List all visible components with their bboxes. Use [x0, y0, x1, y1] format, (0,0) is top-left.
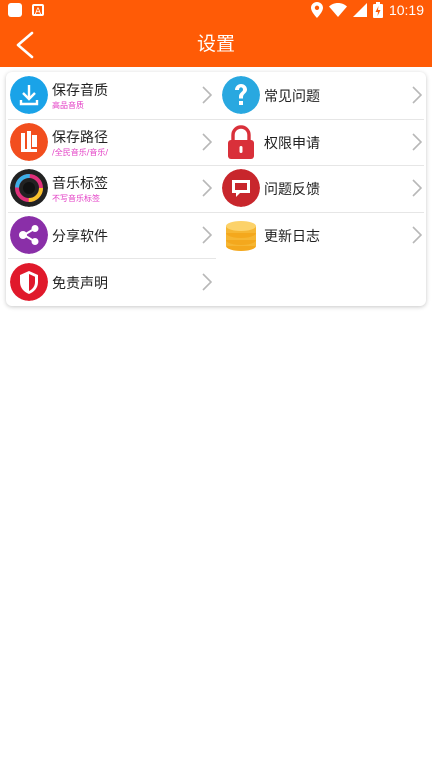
share-icon [10, 216, 48, 254]
download-icon [10, 76, 48, 114]
notification-icon [8, 3, 22, 17]
settings-item-permissions[interactable]: 权限申请 [218, 119, 426, 165]
chevron-right-icon [412, 226, 422, 244]
chevron-right-icon [412, 133, 422, 151]
item-label: 问题反馈 [264, 182, 320, 198]
settings-item-music-tag[interactable]: 音乐标签 不写音乐标签 [6, 165, 216, 211]
chevron-right-icon [202, 273, 212, 291]
shield-icon [10, 263, 48, 301]
status-bar: A 10:19 [0, 0, 432, 22]
feedback-icon [222, 169, 260, 207]
item-label: 音乐标签 [52, 176, 108, 192]
item-label: 免责声明 [52, 276, 108, 292]
item-label: 保存音质 [52, 83, 108, 99]
folder-path-icon [10, 123, 48, 161]
item-subtitle: /全民音乐/音乐/ [52, 148, 109, 157]
signal-icon [352, 3, 367, 17]
settings-card: 保存音质 高品音质 保存路径 /全民音乐/音乐/ 音乐标签 不写音乐标签 分享软… [6, 72, 426, 306]
settings-item-feedback[interactable]: 问题反馈 [218, 165, 426, 211]
chevron-right-icon [412, 86, 422, 104]
notification-a-icon: A [32, 4, 44, 17]
status-time: 10:19 [388, 2, 424, 18]
item-label: 更新日志 [264, 229, 320, 245]
lock-icon [228, 125, 254, 159]
item-label: 常见问题 [264, 89, 320, 105]
coins-icon [226, 221, 256, 251]
battery-icon [372, 2, 383, 18]
item-label: 分享软件 [52, 229, 108, 245]
settings-item-disclaimer[interactable]: 免责声明 [6, 259, 216, 305]
item-label: 保存路径 [52, 130, 108, 146]
wifi-icon [328, 3, 347, 17]
chevron-right-icon [202, 179, 212, 197]
chevron-right-icon [202, 226, 212, 244]
chevron-right-icon [202, 133, 212, 151]
chevron-right-icon [412, 179, 422, 197]
page-title: 设置 [196, 33, 235, 55]
question-icon [222, 76, 260, 114]
settings-item-save-path[interactable]: 保存路径 /全民音乐/音乐/ [6, 119, 216, 165]
item-label: 权限申请 [264, 136, 320, 152]
item-subtitle: 不写音乐标签 [52, 194, 100, 203]
chevron-right-icon [202, 86, 212, 104]
app-bar: 设置 [0, 22, 432, 67]
settings-item-save-quality[interactable]: 保存音质 高品音质 [6, 72, 216, 118]
item-subtitle: 高品音质 [52, 101, 84, 110]
settings-item-share[interactable]: 分享软件 [6, 212, 216, 258]
location-icon [310, 2, 323, 18]
settings-item-changelog[interactable]: 更新日志 [218, 212, 426, 258]
music-tag-icon [10, 169, 48, 207]
settings-item-faq[interactable]: 常见问题 [218, 72, 426, 118]
back-arrow-icon[interactable] [12, 30, 40, 60]
